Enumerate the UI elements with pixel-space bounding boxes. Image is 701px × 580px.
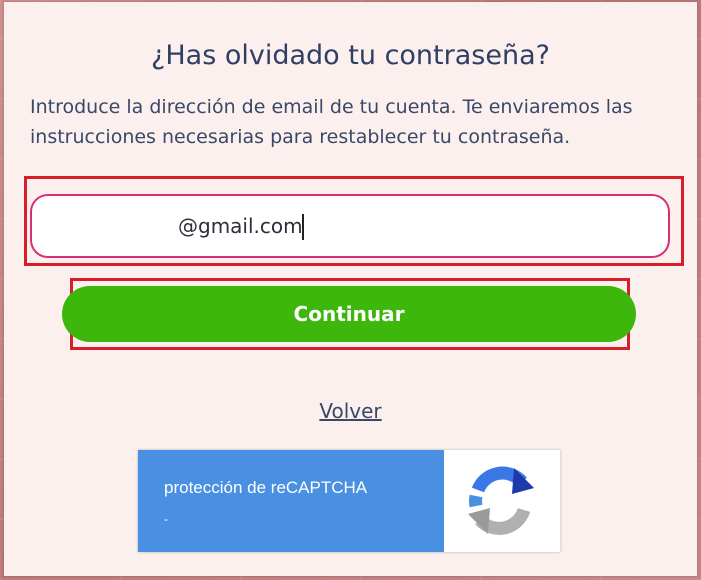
page-background: ¿Has olvidado tu contraseña? Introduce l… — [0, 0, 701, 580]
page-title: ¿Has olvidado tu contraseña? — [151, 40, 550, 71]
recaptcha-label-area: protección de reCAPTCHA - — [138, 450, 444, 552]
recaptcha-logo-icon — [468, 466, 534, 535]
text-cursor — [302, 214, 304, 240]
email-field[interactable] — [30, 194, 670, 258]
recaptcha-label: protección de reCAPTCHA — [164, 478, 368, 497]
back-link[interactable]: Volver — [4, 399, 697, 423]
recaptcha-sublabel: - — [164, 512, 168, 526]
continue-button[interactable]: Continuar — [62, 286, 636, 342]
description-container: Introduce la dirección de email de tu cu… — [30, 92, 670, 174]
password-reset-card: ¿Has olvidado tu contraseña? Introduce l… — [4, 2, 697, 576]
recaptcha-badge[interactable]: protección de reCAPTCHA - — [138, 450, 560, 552]
description-text: Introduce la dirección de email de tu cu… — [30, 96, 633, 148]
